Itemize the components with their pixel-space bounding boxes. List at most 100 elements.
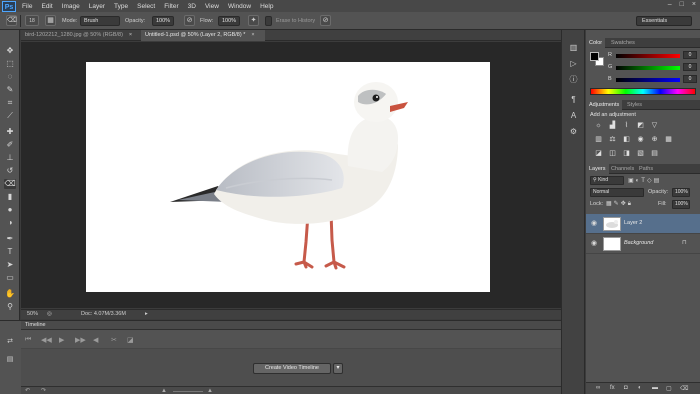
menu-layer[interactable]: Layer — [89, 3, 105, 10]
close-tab-icon[interactable]: × — [129, 32, 132, 38]
brush-panel-toggle-icon[interactable]: ▦ — [45, 15, 56, 26]
foreground-color-chip[interactable] — [590, 52, 599, 61]
threshold-icon[interactable]: ◨ — [622, 149, 631, 158]
zoom-level[interactable]: 50% — [27, 310, 38, 319]
blue-value[interactable]: 0 — [683, 75, 697, 83]
maximize-button[interactable]: □ — [680, 1, 684, 8]
zoom-out-icon[interactable]: ▲ — [161, 388, 167, 394]
first-frame-icon[interactable]: ⏮ — [25, 336, 31, 344]
properties-panel-icon[interactable]: ⚙ — [567, 126, 580, 137]
mask-icon[interactable]: ◘ — [624, 385, 628, 391]
menu-edit[interactable]: Edit — [41, 3, 52, 10]
vibrance-icon[interactable]: ▽ — [650, 121, 659, 130]
gradient-map-icon[interactable]: ▤ — [650, 149, 659, 158]
trash-icon[interactable]: ⌫ — [680, 385, 688, 392]
type-tool-icon[interactable]: T — [4, 247, 16, 257]
fill-input[interactable]: 100% — [672, 200, 690, 209]
next-frame-icon[interactable]: ▶▶ — [75, 336, 86, 344]
dodge-tool-icon[interactable]: ◑ — [4, 218, 16, 228]
eyedropper-tool-icon[interactable]: ⟋ — [4, 111, 16, 121]
exposure-icon[interactable]: ◩ — [636, 121, 645, 130]
color-lookup-icon[interactable]: ▦ — [664, 135, 673, 144]
color-spectrum-ramp[interactable] — [590, 88, 696, 95]
hue-saturation-icon[interactable]: ▥ — [594, 135, 603, 144]
gradient-tool-icon[interactable]: ▮ — [4, 192, 16, 202]
pressure-size-icon[interactable]: ⊘ — [320, 15, 331, 26]
mode-select[interactable]: Brush — [80, 16, 120, 26]
blue-slider[interactable] — [616, 78, 680, 82]
timeline-settings-icon[interactable]: ↶ — [25, 387, 30, 394]
layer-opacity-input[interactable]: 100% — [672, 188, 690, 197]
brush-preset-picker[interactable]: 18 — [25, 15, 39, 26]
move-tool-icon[interactable]: ✥ — [4, 46, 16, 56]
green-value[interactable]: 0 — [683, 63, 697, 71]
color-balance-icon[interactable]: ⚖ — [608, 135, 617, 144]
new-layer-icon[interactable]: ▢ — [666, 385, 672, 392]
layer-row-layer-2[interactable]: ◉ Layer 2 — [586, 214, 700, 234]
healing-brush-tool-icon[interactable]: ✚ — [4, 127, 16, 137]
history-panel-icon[interactable]: ▥ — [567, 42, 580, 53]
shape-tool-icon[interactable]: ▭ — [4, 273, 16, 283]
link-icon[interactable]: ∞ — [596, 385, 600, 391]
actions-panel-icon[interactable]: ▷ — [567, 58, 580, 69]
fx-icon[interactable]: fx — [610, 385, 615, 391]
status-menu-icon[interactable]: ◎ — [47, 310, 52, 319]
minimize-button[interactable]: – — [668, 1, 672, 8]
menu-filter[interactable]: Filter — [164, 3, 178, 10]
menu-type[interactable]: Type — [114, 3, 128, 10]
blur-tool-icon[interactable]: ● — [4, 205, 16, 215]
menu-help[interactable]: Help — [260, 3, 273, 10]
info-panel-icon[interactable]: ⓘ — [567, 74, 580, 85]
flow-input[interactable]: 100% — [218, 16, 240, 26]
photo-filter-icon[interactable]: ◉ — [636, 135, 645, 144]
timeline-type-dropdown-icon[interactable]: ▾ — [333, 363, 343, 374]
tab-bird-jpg[interactable]: bird-1202212_1280.jpg @ 50% (RGB/8) × — [21, 30, 139, 41]
split-icon[interactable]: ✂ — [111, 336, 117, 344]
eraser-tool-icon[interactable]: ⌫ — [4, 179, 16, 189]
adjustment-icon[interactable]: ◐ — [638, 385, 642, 391]
crop-tool-icon[interactable]: ⌗ — [4, 98, 16, 108]
black-white-icon[interactable]: ◧ — [622, 135, 631, 144]
close-tab-icon[interactable]: × — [251, 32, 254, 38]
tab-swatches[interactable]: Swatches — [608, 38, 638, 48]
layer-row-background[interactable]: ◉ Background ⊓ — [586, 234, 700, 254]
layer-filter-select[interactable]: ⚲ Kind — [590, 176, 624, 185]
menu-3d[interactable]: 3D — [188, 3, 196, 10]
timeline-redo-icon[interactable]: ↷ — [41, 387, 46, 394]
pen-tool-icon[interactable]: ✒ — [4, 234, 16, 244]
audio-icon[interactable]: ◀ — [93, 336, 98, 344]
paragraph-panel-icon[interactable]: ¶ — [567, 94, 580, 105]
menu-select[interactable]: Select — [137, 3, 155, 10]
timeline-zoom-slider[interactable] — [173, 391, 203, 392]
menu-file[interactable]: File — [22, 3, 32, 10]
timeline-side-icon-2[interactable]: ▤ — [4, 355, 16, 365]
brush-tool-icon[interactable]: ✐ — [4, 140, 16, 150]
airbrush-icon[interactable]: ✦ — [248, 15, 259, 26]
zoom-in-icon[interactable]: ▲ — [207, 388, 213, 394]
menu-image[interactable]: Image — [62, 3, 80, 10]
play-icon[interactable]: ▶ — [59, 336, 64, 344]
blend-mode-select[interactable]: Normal — [590, 188, 644, 197]
tab-untitled-psd[interactable]: Untitled-1.psd @ 50% (Layer 2, RGB/8) * × — [141, 30, 265, 41]
visibility-eye-icon[interactable]: ◉ — [591, 220, 599, 228]
lasso-tool-icon[interactable]: ◌ — [4, 72, 16, 82]
path-select-tool-icon[interactable]: ➤ — [4, 260, 16, 270]
layer-filter-icons[interactable]: ▣◐T◇▤ — [628, 177, 661, 184]
posterize-icon[interactable]: ◫ — [608, 149, 617, 158]
tab-color[interactable]: Color — [586, 38, 606, 48]
levels-icon[interactable]: ▟ — [608, 121, 617, 130]
clone-stamp-tool-icon[interactable]: ⊥ — [4, 153, 16, 163]
folder-icon[interactable]: ▬ — [652, 385, 658, 391]
erase-history-checkbox[interactable] — [265, 16, 272, 26]
opacity-input[interactable]: 100% — [152, 16, 174, 26]
tab-styles[interactable]: Styles — [624, 100, 645, 110]
tab-channels[interactable]: Channels — [608, 164, 637, 174]
eraser-tool-icon[interactable]: ⌫ — [6, 15, 17, 26]
menu-view[interactable]: View — [205, 3, 219, 10]
visibility-eye-icon[interactable]: ◉ — [591, 240, 599, 248]
hand-tool-icon[interactable]: ✋ — [4, 289, 16, 299]
curves-icon[interactable]: ⌇ — [622, 121, 631, 130]
red-slider[interactable] — [616, 54, 680, 58]
marquee-tool-icon[interactable]: ⬚ — [4, 59, 16, 69]
tab-adjustments[interactable]: Adjustments — [586, 100, 623, 110]
